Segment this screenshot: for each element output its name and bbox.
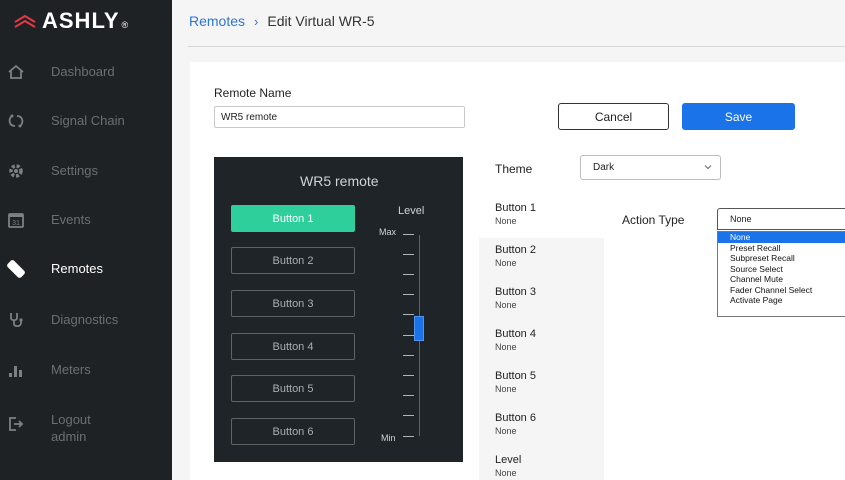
breadcrumb-separator-icon: › (254, 13, 259, 29)
breadcrumb: Remotes › Edit Virtual WR-5 (189, 13, 374, 29)
list-item-value: None (495, 216, 517, 226)
dropdown-option-channel-mute[interactable]: Channel Mute (718, 274, 845, 285)
level-tick (403, 234, 414, 235)
sidebar-item-remotes[interactable]: Remotes (0, 249, 172, 289)
logout-username: admin (51, 429, 87, 444)
sidebar-item-logout[interactable]: Logout admin (0, 408, 172, 452)
theme-label: Theme (495, 162, 533, 176)
remote-button-6[interactable]: Button 6 (231, 418, 355, 445)
remote-button-1[interactable]: Button 1 (231, 205, 355, 232)
sidebar-item-label: Dashboard (51, 64, 115, 79)
list-item-title: Button 1 (495, 202, 536, 214)
level-tick (403, 375, 414, 376)
list-item-button-4[interactable]: Button 4 None (479, 322, 604, 364)
remote-name-label: Remote Name (214, 86, 292, 100)
sidebar-item-label: Events (51, 212, 91, 227)
calendar-icon: 31 (2, 206, 30, 234)
level-tick (403, 355, 414, 356)
sidebar-item-signal-chain[interactable]: Signal Chain (0, 101, 172, 141)
remote-icon (2, 255, 30, 283)
list-item-button-3[interactable]: Button 3 None (479, 280, 604, 322)
level-tick (403, 314, 414, 315)
level-tick (403, 335, 414, 336)
breadcrumb-link-remotes[interactable]: Remotes (189, 13, 245, 29)
dropdown-option-source-select[interactable]: Source Select (718, 264, 845, 275)
header-divider (188, 46, 845, 47)
level-min-label: Min (381, 433, 396, 443)
action-type-select[interactable]: None (717, 208, 845, 230)
theme-select[interactable]: Dark (580, 155, 721, 180)
list-item-value: None (495, 384, 517, 394)
logout-icon (2, 410, 30, 438)
list-item-value: None (495, 426, 517, 436)
remote-button-2[interactable]: Button 2 (231, 247, 355, 274)
remote-button-4[interactable]: Button 4 (231, 333, 355, 360)
action-type-dropdown: None Preset Recall Subpreset Recall Sour… (717, 231, 845, 317)
level-tick (403, 395, 414, 396)
dropdown-option-preset-recall[interactable]: Preset Recall (718, 243, 845, 254)
remote-preview-title: WR5 remote (300, 173, 379, 189)
home-icon (2, 58, 30, 86)
cancel-button[interactable]: Cancel (558, 103, 669, 130)
list-item-value: None (495, 300, 517, 310)
sidebar-item-label: Logout (51, 412, 91, 427)
list-item-title: Button 6 (495, 412, 536, 424)
svg-text:31: 31 (12, 220, 20, 227)
chevron-down-icon (704, 163, 712, 171)
list-item-title: Level (495, 454, 522, 466)
save-button[interactable]: Save (682, 103, 795, 130)
sidebar-item-meters[interactable]: Meters (0, 350, 172, 390)
list-item-title: Button 2 (495, 244, 536, 256)
level-tick (403, 274, 414, 275)
sidebar-item-events[interactable]: 31 Events (0, 200, 172, 240)
list-item-button-6[interactable]: Button 6 None (479, 406, 604, 448)
remote-button-3[interactable]: Button 3 (231, 290, 355, 317)
remote-button-5[interactable]: Button 5 (231, 375, 355, 402)
dropdown-option-none[interactable]: None (718, 232, 845, 243)
stethoscope-icon (2, 306, 30, 334)
sidebar-item-label: Meters (51, 362, 91, 377)
sidebar: ASHLY ® Dashboard Signal Chain Settings … (0, 0, 172, 480)
theme-select-value: Dark (593, 162, 615, 173)
gear-icon (2, 157, 30, 185)
dropdown-option-activate-page[interactable]: Activate Page (718, 295, 845, 306)
level-tick (403, 254, 414, 255)
list-item-level[interactable]: Level None (479, 448, 604, 480)
list-item-title: Button 5 (495, 370, 536, 382)
list-item-value: None (495, 468, 517, 478)
list-item-value: None (495, 258, 517, 268)
sidebar-item-label: Remotes (51, 261, 104, 276)
list-item-title: Button 4 (495, 328, 536, 340)
meters-icon (2, 356, 30, 384)
level-max-label: Max (379, 227, 397, 237)
sidebar-item-label: Diagnostics (51, 312, 119, 327)
list-item-value: None (495, 342, 517, 352)
ashly-logo[interactable]: ASHLY ® (14, 8, 128, 34)
sidebar-item-settings[interactable]: Settings (0, 151, 172, 191)
level-tick (403, 436, 414, 437)
action-type-label: Action Type (622, 213, 685, 227)
list-item-title: Button 3 (495, 286, 536, 298)
sidebar-item-dashboard[interactable]: Dashboard (0, 52, 172, 92)
list-item-button-2[interactable]: Button 2 None (479, 238, 604, 280)
sidebar-item-label: Signal Chain (51, 113, 125, 128)
level-label: Level (398, 205, 425, 217)
list-item-button-1[interactable]: Button 1 None (479, 196, 604, 238)
sidebar-item-diagnostics[interactable]: Diagnostics (0, 300, 172, 340)
sidebar-item-label: Settings (51, 163, 98, 178)
level-tick (403, 294, 414, 295)
remote-preview: WR5 remote Button 1 Button 2 Button 3 Bu… (214, 157, 463, 462)
dropdown-option-fader-channel-select[interactable]: Fader Channel Select (718, 285, 845, 296)
remote-name-input[interactable]: WR5 remote (214, 106, 465, 128)
page-title: Edit Virtual WR-5 (267, 13, 375, 29)
brand-name: ASHLY (42, 8, 120, 33)
dropdown-option-subpreset-recall[interactable]: Subpreset Recall (718, 253, 845, 264)
ashly-logo-mark-icon (14, 14, 36, 28)
level-slider-handle[interactable] (414, 316, 424, 341)
signal-chain-icon (2, 107, 30, 135)
list-item-button-5[interactable]: Button 5 None (479, 364, 604, 406)
level-tick (403, 415, 414, 416)
